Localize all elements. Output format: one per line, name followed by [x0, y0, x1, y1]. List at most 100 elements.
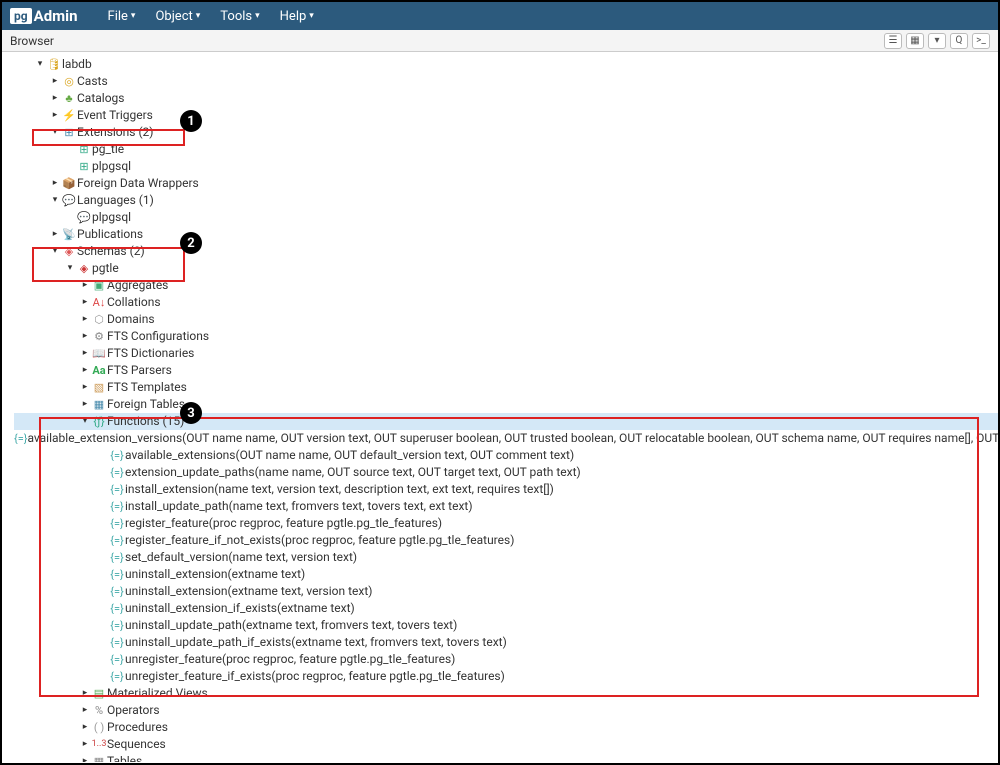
logo-icon: pg: [10, 8, 32, 24]
function-label: install_update_path(name text, fromvers …: [125, 498, 473, 515]
menu-tools[interactable]: Tools▾: [210, 9, 269, 24]
node-function-item[interactable]: {=}uninstall_extension_if_exists(extname…: [14, 600, 998, 617]
function-icon: {=}: [109, 532, 125, 549]
function-icon: {=}: [109, 668, 125, 685]
domains-icon: ⬡: [91, 311, 107, 328]
function-icon: {=}: [109, 447, 125, 464]
filter-button[interactable]: ▾: [928, 33, 946, 49]
function-label: extension_update_paths(name name, OUT so…: [125, 464, 581, 481]
function-icon: {=}: [14, 430, 27, 447]
terminal-button[interactable]: >_: [972, 33, 990, 49]
node-fts-conf[interactable]: ▸⚙FTS Configurations: [14, 328, 998, 345]
function-label: uninstall_update_path_if_exists(extname …: [125, 634, 507, 651]
properties-button[interactable]: ☰: [884, 33, 902, 49]
node-functions[interactable]: ▾{ƒ}Functions (15): [14, 413, 998, 430]
event-icon: ⚡: [61, 107, 77, 124]
node-procedures[interactable]: ▸( )Procedures: [14, 719, 998, 736]
function-icon: {=}: [109, 549, 125, 566]
function-label: install_extension(name text, version tex…: [125, 481, 554, 498]
extension-icon: ⊞: [76, 158, 92, 175]
function-icon: {=}: [109, 651, 125, 668]
node-function-item[interactable]: {=}extension_update_paths(name name, OUT…: [14, 464, 998, 481]
function-label: register_feature_if_not_exists(proc regp…: [125, 532, 514, 549]
function-label: unregister_feature_if_exists(proc regpro…: [125, 668, 505, 685]
node-function-item[interactable]: {=}register_feature_if_not_exists(proc r…: [14, 532, 998, 549]
function-label: register_feature(proc regproc, feature p…: [125, 515, 442, 532]
collations-icon: A↓: [91, 294, 107, 311]
node-schemas[interactable]: ▾◈Schemas (2): [14, 243, 998, 260]
node-mat-views[interactable]: ▸▤Materialized Views: [14, 685, 998, 702]
node-function-item[interactable]: {=}available_extensions(OUT name name, O…: [14, 447, 998, 464]
menu-object[interactable]: Object▾: [145, 9, 210, 24]
node-foreign-tables[interactable]: ▸▦Foreign Tables: [14, 396, 998, 413]
operators-icon: %: [91, 702, 107, 719]
app-header: pg Admin File▾ Object▾ Tools▾ Help▾: [2, 2, 998, 30]
chevron-down-icon: ▾: [309, 11, 314, 21]
schemas-icon: ◈: [61, 243, 77, 260]
function-label: uninstall_extension(extname text, versio…: [125, 583, 372, 600]
catalogs-icon: ♣: [61, 90, 77, 107]
node-casts[interactable]: ▸◎Casts: [14, 73, 998, 90]
function-icon: {=}: [109, 617, 125, 634]
sequences-icon: 1..3: [91, 736, 107, 753]
function-icon: {=}: [109, 464, 125, 481]
node-ext-pgtle[interactable]: ▸⊞pg_tle: [14, 141, 998, 158]
browser-title: Browser: [10, 34, 54, 48]
function-icon: {=}: [109, 498, 125, 515]
function-label: available_extensions(OUT name name, OUT …: [125, 447, 574, 464]
database-icon: 🛢: [46, 56, 62, 73]
node-function-item[interactable]: {=}uninstall_extension(extname text, ver…: [14, 583, 998, 600]
node-function-item[interactable]: {=}unregister_feature(proc regproc, feat…: [14, 651, 998, 668]
node-fts-dict[interactable]: ▸📖FTS Dictionaries: [14, 345, 998, 362]
function-label: uninstall_extension_if_exists(extname te…: [125, 600, 355, 617]
procedures-icon: ( ): [91, 719, 107, 736]
function-label: uninstall_extension(extname text): [125, 566, 305, 583]
extension-icon: ⊞: [76, 141, 92, 158]
node-languages[interactable]: ▾💬Languages (1): [14, 192, 998, 209]
menu-file[interactable]: File▾: [98, 9, 146, 24]
node-function-item[interactable]: {=}install_update_path(name text, fromve…: [14, 498, 998, 515]
node-aggregates[interactable]: ▸▣Aggregates: [14, 277, 998, 294]
node-event-triggers[interactable]: ▸⚡Event Triggers: [14, 107, 998, 124]
node-tables[interactable]: ▸▦Tables: [14, 753, 998, 762]
node-function-item[interactable]: {=}available_extension_versions(OUT name…: [14, 430, 998, 447]
function-label: set_default_version(name text, version t…: [125, 549, 357, 566]
node-function-item[interactable]: {=}uninstall_update_path(extname text, f…: [14, 617, 998, 634]
aggregates-icon: ▣: [91, 277, 107, 294]
node-sequences[interactable]: ▸1..3Sequences: [14, 736, 998, 753]
node-fts-templates[interactable]: ▸▧FTS Templates: [14, 379, 998, 396]
node-function-item[interactable]: {=}uninstall_update_path_if_exists(extna…: [14, 634, 998, 651]
node-publications[interactable]: ▸📡Publications: [14, 226, 998, 243]
function-icon: {=}: [109, 566, 125, 583]
node-function-item[interactable]: {=}set_default_version(name text, versio…: [14, 549, 998, 566]
node-function-item[interactable]: {=}register_feature(proc regproc, featur…: [14, 515, 998, 532]
fts-config-icon: ⚙: [91, 328, 107, 345]
node-collations[interactable]: ▸A↓Collations: [14, 294, 998, 311]
node-database[interactable]: ▾🛢labdb: [14, 56, 998, 73]
node-function-item[interactable]: {=}uninstall_extension(extname text): [14, 566, 998, 583]
node-operators[interactable]: ▸%Operators: [14, 702, 998, 719]
fts-template-icon: ▧: [91, 379, 107, 396]
function-icon: {=}: [109, 583, 125, 600]
casts-icon: ◎: [61, 73, 77, 90]
node-function-item[interactable]: {=}install_extension(name text, version …: [14, 481, 998, 498]
node-catalogs[interactable]: ▸♣Catalogs: [14, 90, 998, 107]
node-ext-plpgsql[interactable]: ▸⊞plpgsql: [14, 158, 998, 175]
chevron-down-icon: ▾: [131, 11, 136, 21]
node-function-item[interactable]: {=}unregister_feature_if_exists(proc reg…: [14, 668, 998, 685]
node-fdw[interactable]: ▸📦Foreign Data Wrappers: [14, 175, 998, 192]
grid-button[interactable]: ▦: [906, 33, 924, 49]
node-schema-pgtle[interactable]: ▾◈pgtle: [14, 260, 998, 277]
object-tree[interactable]: ▾🛢labdb ▸◎Casts ▸♣Catalogs ▸⚡Event Trigg…: [2, 52, 998, 762]
search-button[interactable]: Q: [950, 33, 968, 49]
functions-icon: {ƒ}: [91, 413, 107, 430]
node-extensions[interactable]: ▾⊞Extensions (2): [14, 124, 998, 141]
node-fts-parsers[interactable]: ▸AaFTS Parsers: [14, 362, 998, 379]
node-domains[interactable]: ▸⬡Domains: [14, 311, 998, 328]
function-label: available_extension_versions(OUT name na…: [27, 430, 998, 447]
function-label: unregister_feature(proc regproc, feature…: [125, 651, 455, 668]
menu-help[interactable]: Help▾: [270, 9, 324, 24]
node-lang-plpgsql[interactable]: ▸💬plpgsql: [14, 209, 998, 226]
function-icon: {=}: [109, 634, 125, 651]
language-icon: 💬: [76, 209, 92, 226]
